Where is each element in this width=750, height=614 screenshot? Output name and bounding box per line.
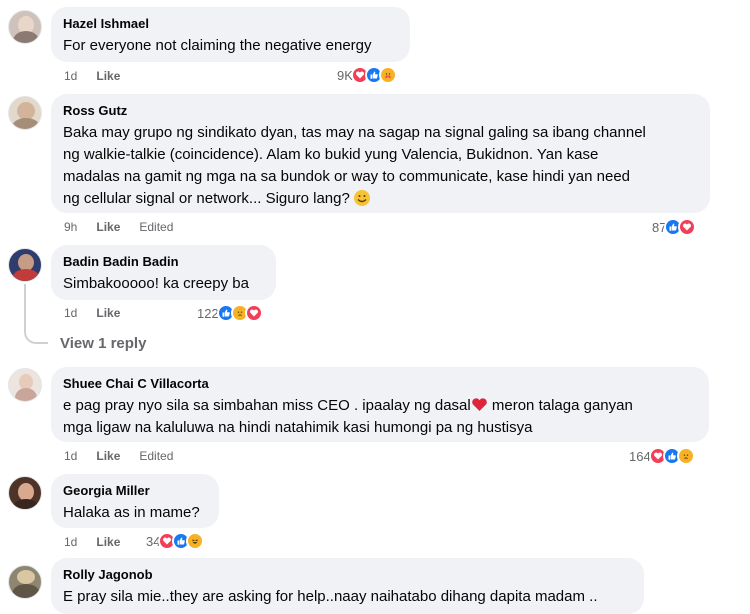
- heart-icon: [678, 218, 697, 236]
- smile-emoji-icon: [354, 190, 370, 206]
- like-button[interactable]: Like: [96, 448, 120, 464]
- comment-bubble: Shuee Chai C Villacorta e pag pray nyo s…: [51, 367, 709, 442]
- comment-author[interactable]: Badin Badin Badin: [63, 253, 264, 270]
- view-replies-link[interactable]: View 1 reply: [60, 335, 146, 352]
- like-button[interactable]: Like: [96, 534, 120, 550]
- comment-author[interactable]: Ross Gutz: [63, 102, 698, 119]
- comment-text: Simbakooooo! ka creepy ba: [63, 275, 249, 292]
- red-heart-emoji-icon: [471, 397, 488, 412]
- like-button[interactable]: Like: [96, 219, 120, 235]
- sad-icon: [676, 447, 695, 465]
- comment-time[interactable]: 1d: [64, 305, 77, 321]
- reaction-summary[interactable]: 9K: [337, 66, 397, 84]
- comment-bubble: Rolly Jagonob E pray sila mie..they are …: [51, 558, 644, 614]
- edited-label: Edited: [139, 220, 174, 234]
- reaction-summary[interactable]: 164: [629, 447, 695, 465]
- comment-time[interactable]: 1d: [64, 448, 77, 464]
- reaction-count: 164: [629, 448, 651, 464]
- heart-icon: [244, 304, 263, 322]
- comment-bubble: Hazel Ishmael For everyone not claiming …: [51, 7, 410, 62]
- comment-author[interactable]: Georgia Miller: [63, 482, 207, 499]
- avatar[interactable]: [8, 248, 42, 282]
- comment-time[interactable]: 9h: [64, 219, 77, 235]
- reaction-summary[interactable]: 34: [146, 532, 205, 550]
- comment-text: Halaka as in mame?: [63, 504, 200, 521]
- reaction-count: 122: [197, 305, 219, 321]
- comment-author[interactable]: Rolly Jagonob: [63, 566, 632, 583]
- comment-bubble: Georgia Miller Halaka as in mame?: [51, 474, 219, 528]
- comment-text: e pag pray nyo sila sa simbahan miss CEO…: [63, 397, 633, 436]
- like-button[interactable]: Like: [96, 305, 120, 321]
- care-icon: [378, 66, 397, 84]
- haha-icon: [186, 532, 205, 550]
- reply-thread-line: [24, 284, 48, 344]
- edited-label: Edited: [139, 449, 174, 463]
- avatar[interactable]: [8, 10, 42, 44]
- comment-bubble: Ross Gutz Baka may grupo ng sindikato dy…: [51, 94, 710, 213]
- like-button[interactable]: Like: [96, 68, 120, 84]
- avatar[interactable]: [8, 476, 42, 510]
- comment-author[interactable]: Shuee Chai C Villacorta: [63, 375, 697, 392]
- reaction-summary[interactable]: 122: [197, 304, 263, 322]
- avatar[interactable]: [8, 565, 42, 599]
- comment-time[interactable]: 1d: [64, 534, 77, 550]
- avatar[interactable]: [8, 96, 42, 130]
- comment-text: E pray sila mie..they are asking for hel…: [63, 588, 598, 605]
- comment-text: For everyone not claiming the negative e…: [63, 37, 372, 54]
- reaction-summary[interactable]: 87: [652, 218, 697, 236]
- comment-author[interactable]: Hazel Ishmael: [63, 15, 398, 32]
- comment-text: Baka may grupo ng sindikato dyan, tas ma…: [63, 124, 646, 207]
- comment-bubble: Badin Badin Badin Simbakooooo! ka creepy…: [51, 245, 276, 300]
- avatar[interactable]: [8, 368, 42, 402]
- comment-time[interactable]: 1d: [64, 68, 77, 84]
